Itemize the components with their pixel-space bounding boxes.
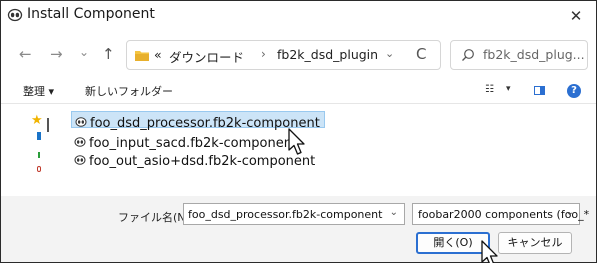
new-folder-button[interactable]: 新しいフォルダー: [85, 83, 173, 99]
breadcrumb-fb2k-dsd-plugin[interactable]: fb2k_dsd_plugin: [277, 47, 378, 62]
desktop-icon[interactable]: [37, 132, 41, 140]
address-bar[interactable]: « ダウンロード › fb2k_dsd_plugin ⌄ C: [126, 40, 441, 70]
folder-icon: [135, 51, 149, 61]
window-title: Install Component: [27, 6, 155, 22]
breadcrumb-separator: ›: [261, 47, 266, 61]
file-name: foo_dsd_processor.fb2k-component: [90, 116, 320, 131]
foobar-component-icon: [75, 117, 87, 127]
downloads-nav-icon[interactable]: [38, 152, 40, 158]
file-item-foo-input-sacd[interactable]: foo_input_sacd.fb2k-component: [71, 132, 301, 151]
view-options-icon[interactable]: ☷: [485, 84, 494, 95]
search-placeholder: fb2k_dsd_plug...: [483, 47, 585, 62]
address-dropdown-button[interactable]: ⌄: [385, 47, 394, 60]
preview-pane-icon[interactable]: [534, 86, 545, 95]
organize-menu[interactable]: 整理 ▾: [23, 83, 54, 99]
chevron-down-icon[interactable]: ⌄: [390, 207, 398, 218]
filetype-value: foobar2000 components (foo_*: [418, 208, 590, 221]
refresh-button[interactable]: C: [416, 45, 426, 63]
search-icon: [462, 49, 474, 61]
navigation-pane[interactable]: ★: [1, 104, 63, 196]
open-button[interactable]: 開く(O): [416, 232, 490, 254]
view-dropdown-button[interactable]: ▾: [506, 84, 511, 94]
file-name: foo_out_asio+dsd.fb2k-component: [89, 154, 316, 169]
breadcrumb-overflow[interactable]: «: [154, 47, 162, 62]
foobar-component-icon: [74, 137, 86, 147]
chevron-down-icon[interactable]: ⌄: [566, 207, 574, 218]
file-name: foo_input_sacd.fb2k-component: [89, 136, 298, 151]
up-button[interactable]: ↑: [102, 45, 115, 63]
pin-icon: [47, 118, 49, 132]
command-bar: 整理 ▾ 新しいフォルダー ☷ ▾ ?: [1, 79, 596, 103]
mouse-cursor-icon: [481, 240, 498, 263]
breadcrumb-downloads[interactable]: ダウンロード: [169, 47, 244, 66]
file-item-foo-dsd-processor[interactable]: foo_dsd_processor.fb2k-component: [71, 111, 325, 131]
title-bar: Install Component ✕: [1, 1, 596, 31]
recent-locations-button[interactable]: ⌄: [79, 43, 89, 61]
filename-input[interactable]: foo_dsd_processor.fb2k-component ⌄: [183, 203, 405, 225]
filetype-select[interactable]: foobar2000 components (foo_* ⌄: [412, 203, 589, 225]
mouse-cursor-icon: [288, 128, 305, 155]
foobar-app-icon: [7, 8, 23, 22]
forward-button[interactable]: →: [50, 45, 63, 63]
close-button[interactable]: ✕: [556, 1, 596, 31]
pictures-nav-icon[interactable]: [37, 166, 41, 172]
quick-access-star-icon[interactable]: ★: [31, 113, 43, 128]
search-box[interactable]: fb2k_dsd_plug...: [450, 40, 588, 70]
navigation-bar: ← → ⌄ ↑ « ダウンロード › fb2k_dsd_plugin ⌄ C f…: [1, 31, 596, 79]
filename-value: foo_dsd_processor.fb2k-component: [188, 208, 383, 221]
file-item-foo-out-asio-dsd[interactable]: foo_out_asio+dsd.fb2k-component: [71, 150, 319, 169]
back-button[interactable]: ←: [19, 45, 32, 63]
foobar-component-icon: [74, 155, 86, 165]
cancel-button[interactable]: キャンセル: [498, 232, 572, 254]
help-icon[interactable]: ?: [567, 84, 581, 98]
